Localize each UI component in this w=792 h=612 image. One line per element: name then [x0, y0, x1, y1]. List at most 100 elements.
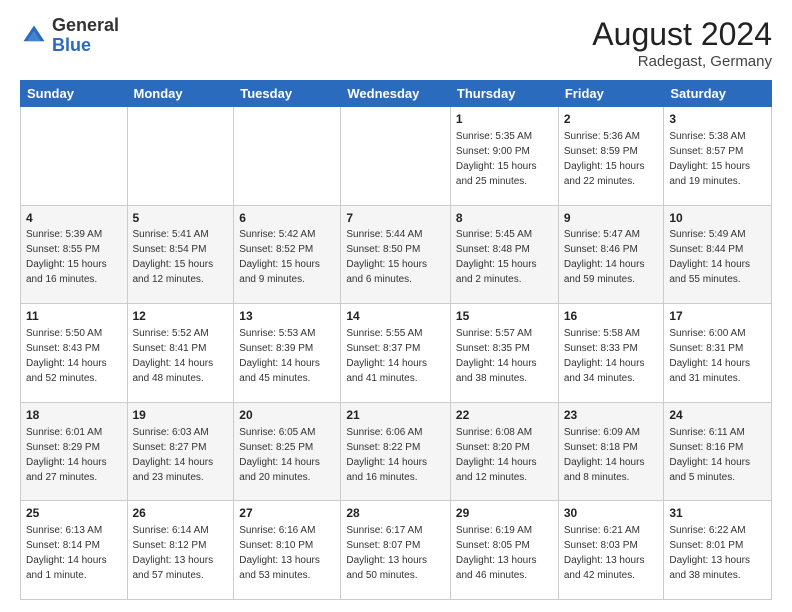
- calendar-cell: 21 Sunrise: 6:06 AM Sunset: 8:22 PM Dayli…: [341, 402, 451, 501]
- day-detail: Sunrise: 6:08 AM Sunset: 8:20 PM Dayligh…: [456, 427, 537, 483]
- calendar-cell: [127, 107, 234, 206]
- day-detail: Sunrise: 5:50 AM Sunset: 8:43 PM Dayligh…: [26, 328, 107, 384]
- logo-general-text: General: [52, 15, 119, 35]
- day-detail: Sunrise: 6:11 AM Sunset: 8:16 PM Dayligh…: [669, 427, 750, 483]
- col-header-sunday: Sunday: [21, 81, 128, 107]
- calendar-cell: 6Sunrise: 5:42 AM Sunset: 8:52 PM Daylig…: [234, 205, 341, 304]
- calendar-cell: 2 Sunrise: 5:36 AM Sunset: 8:59 PM Daylig…: [558, 107, 664, 206]
- calendar-cell: 28 Sunrise: 6:17 AM Sunset: 8:07 PM Dayli…: [341, 501, 451, 600]
- logo: General Blue: [20, 16, 119, 56]
- day-number: 17: [669, 308, 766, 325]
- calendar-cell: 13 Sunrise: 5:53 AM Sunset: 8:39 PM Dayli…: [234, 304, 341, 403]
- week-row-2: 4Sunrise: 5:39 AM Sunset: 8:55 PM Daylig…: [21, 205, 772, 304]
- day-detail: Sunrise: 5:49 AM Sunset: 8:44 PM Dayligh…: [669, 229, 750, 285]
- calendar-cell: 14 Sunrise: 5:55 AM Sunset: 8:37 PM Dayli…: [341, 304, 451, 403]
- day-number: 5: [133, 210, 229, 227]
- day-detail: Sunrise: 6:14 AM Sunset: 8:12 PM Dayligh…: [133, 525, 214, 581]
- day-detail: Sunrise: 6:03 AM Sunset: 8:27 PM Dayligh…: [133, 427, 214, 483]
- calendar-cell: 3 Sunrise: 5:38 AM Sunset: 8:57 PM Daylig…: [664, 107, 772, 206]
- day-detail: Sunrise: 5:35 AM Sunset: 9:00 PM Dayligh…: [456, 131, 537, 187]
- calendar-cell: 4Sunrise: 5:39 AM Sunset: 8:55 PM Daylig…: [21, 205, 128, 304]
- calendar-cell: 7Sunrise: 5:44 AM Sunset: 8:50 PM Daylig…: [341, 205, 451, 304]
- logo-icon: [20, 22, 48, 50]
- day-number: 11: [26, 308, 122, 325]
- calendar-cell: 8Sunrise: 5:45 AM Sunset: 8:48 PM Daylig…: [450, 205, 558, 304]
- day-detail: Sunrise: 5:39 AM Sunset: 8:55 PM Dayligh…: [26, 229, 107, 285]
- day-number: 21: [346, 407, 445, 424]
- calendar-cell: 11 Sunrise: 5:50 AM Sunset: 8:43 PM Dayli…: [21, 304, 128, 403]
- day-number: 10: [669, 210, 766, 227]
- day-number: 26: [133, 505, 229, 522]
- day-number: 12: [133, 308, 229, 325]
- calendar-cell: 18 Sunrise: 6:01 AM Sunset: 8:29 PM Dayli…: [21, 402, 128, 501]
- day-detail: Sunrise: 5:38 AM Sunset: 8:57 PM Dayligh…: [669, 131, 750, 187]
- calendar-cell: 30Sunrise: 6:21 AM Sunset: 8:03 PM Dayli…: [558, 501, 664, 600]
- day-number: 15: [456, 308, 553, 325]
- week-row-1: 1 Sunrise: 5:35 AM Sunset: 9:00 PM Daylig…: [21, 107, 772, 206]
- calendar-cell: [341, 107, 451, 206]
- day-detail: Sunrise: 6:16 AM Sunset: 8:10 PM Dayligh…: [239, 525, 320, 581]
- day-number: 9: [564, 210, 659, 227]
- day-detail: Sunrise: 5:53 AM Sunset: 8:39 PM Dayligh…: [239, 328, 320, 384]
- calendar-cell: 22Sunrise: 6:08 AM Sunset: 8:20 PM Dayli…: [450, 402, 558, 501]
- day-number: 3: [669, 111, 766, 128]
- day-number: 14: [346, 308, 445, 325]
- day-number: 19: [133, 407, 229, 424]
- day-number: 20: [239, 407, 335, 424]
- calendar-cell: 20 Sunrise: 6:05 AM Sunset: 8:25 PM Dayli…: [234, 402, 341, 501]
- day-number: 8: [456, 210, 553, 227]
- page: General Blue August 2024 Radegast, Germa…: [0, 0, 792, 612]
- calendar-cell: 17 Sunrise: 6:00 AM Sunset: 8:31 PM Dayli…: [664, 304, 772, 403]
- col-header-wednesday: Wednesday: [341, 81, 451, 107]
- calendar-cell: [234, 107, 341, 206]
- day-number: 2: [564, 111, 659, 128]
- week-row-5: 25Sunrise: 6:13 AM Sunset: 8:14 PM Dayli…: [21, 501, 772, 600]
- day-number: 24: [669, 407, 766, 424]
- day-number: 18: [26, 407, 122, 424]
- day-detail: Sunrise: 6:17 AM Sunset: 8:07 PM Dayligh…: [346, 525, 427, 581]
- calendar-cell: 27Sunrise: 6:16 AM Sunset: 8:10 PM Dayli…: [234, 501, 341, 600]
- calendar-cell: 10 Sunrise: 5:49 AM Sunset: 8:44 PM Dayli…: [664, 205, 772, 304]
- day-detail: Sunrise: 5:55 AM Sunset: 8:37 PM Dayligh…: [346, 328, 427, 384]
- week-row-4: 18 Sunrise: 6:01 AM Sunset: 8:29 PM Dayli…: [21, 402, 772, 501]
- header: General Blue August 2024 Radegast, Germa…: [20, 16, 772, 70]
- day-detail: Sunrise: 5:44 AM Sunset: 8:50 PM Dayligh…: [346, 229, 427, 285]
- day-number: 28: [346, 505, 445, 522]
- day-detail: Sunrise: 5:42 AM Sunset: 8:52 PM Dayligh…: [239, 229, 320, 285]
- calendar-cell: 25Sunrise: 6:13 AM Sunset: 8:14 PM Dayli…: [21, 501, 128, 600]
- day-detail: Sunrise: 6:22 AM Sunset: 8:01 PM Dayligh…: [669, 525, 750, 581]
- calendar-cell: 31 Sunrise: 6:22 AM Sunset: 8:01 PM Dayli…: [664, 501, 772, 600]
- day-detail: Sunrise: 6:05 AM Sunset: 8:25 PM Dayligh…: [239, 427, 320, 483]
- calendar-cell: 1 Sunrise: 5:35 AM Sunset: 9:00 PM Daylig…: [450, 107, 558, 206]
- month-year: August 2024: [592, 16, 772, 53]
- day-number: 13: [239, 308, 335, 325]
- col-header-tuesday: Tuesday: [234, 81, 341, 107]
- calendar-cell: 12Sunrise: 5:52 AM Sunset: 8:41 PM Dayli…: [127, 304, 234, 403]
- col-header-saturday: Saturday: [664, 81, 772, 107]
- day-detail: Sunrise: 6:13 AM Sunset: 8:14 PM Dayligh…: [26, 525, 107, 581]
- title-block: August 2024 Radegast, Germany: [592, 16, 772, 70]
- col-header-monday: Monday: [127, 81, 234, 107]
- day-number: 16: [564, 308, 659, 325]
- day-detail: Sunrise: 6:09 AM Sunset: 8:18 PM Dayligh…: [564, 427, 645, 483]
- week-row-3: 11 Sunrise: 5:50 AM Sunset: 8:43 PM Dayli…: [21, 304, 772, 403]
- col-header-friday: Friday: [558, 81, 664, 107]
- day-number: 29: [456, 505, 553, 522]
- calendar-cell: 19 Sunrise: 6:03 AM Sunset: 8:27 PM Dayli…: [127, 402, 234, 501]
- logo-blue-text: Blue: [52, 35, 91, 55]
- calendar-cell: [21, 107, 128, 206]
- day-detail: Sunrise: 6:00 AM Sunset: 8:31 PM Dayligh…: [669, 328, 750, 384]
- day-number: 1: [456, 111, 553, 128]
- day-detail: Sunrise: 6:01 AM Sunset: 8:29 PM Dayligh…: [26, 427, 107, 483]
- calendar-cell: 23 Sunrise: 6:09 AM Sunset: 8:18 PM Dayli…: [558, 402, 664, 501]
- day-detail: Sunrise: 5:36 AM Sunset: 8:59 PM Dayligh…: [564, 131, 645, 187]
- day-detail: Sunrise: 5:41 AM Sunset: 8:54 PM Dayligh…: [133, 229, 214, 285]
- day-number: 31: [669, 505, 766, 522]
- day-detail: Sunrise: 5:57 AM Sunset: 8:35 PM Dayligh…: [456, 328, 537, 384]
- col-header-thursday: Thursday: [450, 81, 558, 107]
- calendar-cell: 26 Sunrise: 6:14 AM Sunset: 8:12 PM Dayli…: [127, 501, 234, 600]
- day-detail: Sunrise: 6:21 AM Sunset: 8:03 PM Dayligh…: [564, 525, 645, 581]
- calendar-cell: 15 Sunrise: 5:57 AM Sunset: 8:35 PM Dayli…: [450, 304, 558, 403]
- day-detail: Sunrise: 6:06 AM Sunset: 8:22 PM Dayligh…: [346, 427, 427, 483]
- day-number: 23: [564, 407, 659, 424]
